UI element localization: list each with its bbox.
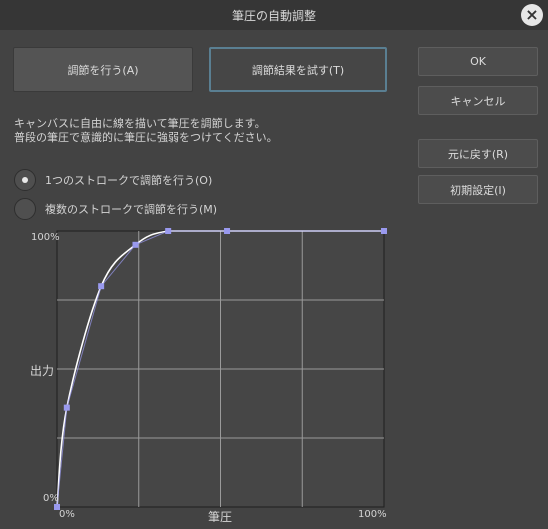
- y-axis-title: 出力: [30, 364, 55, 378]
- control-point-handle[interactable]: [165, 228, 172, 234]
- pressure-curve-chart[interactable]: [0, 0, 548, 529]
- control-point-handle[interactable]: [132, 241, 139, 248]
- x-axis-min-label: 0%: [59, 509, 75, 520]
- control-point-handle[interactable]: [224, 228, 231, 234]
- control-point-handle[interactable]: [63, 404, 70, 411]
- control-point-handle[interactable]: [381, 228, 387, 234]
- y-axis-min-label: 0%: [43, 493, 59, 504]
- control-point-handle[interactable]: [98, 283, 105, 290]
- y-axis-max-label: 100%: [31, 232, 60, 243]
- x-axis-title: 筆圧: [208, 510, 233, 524]
- x-axis-max-label: 100%: [358, 509, 387, 520]
